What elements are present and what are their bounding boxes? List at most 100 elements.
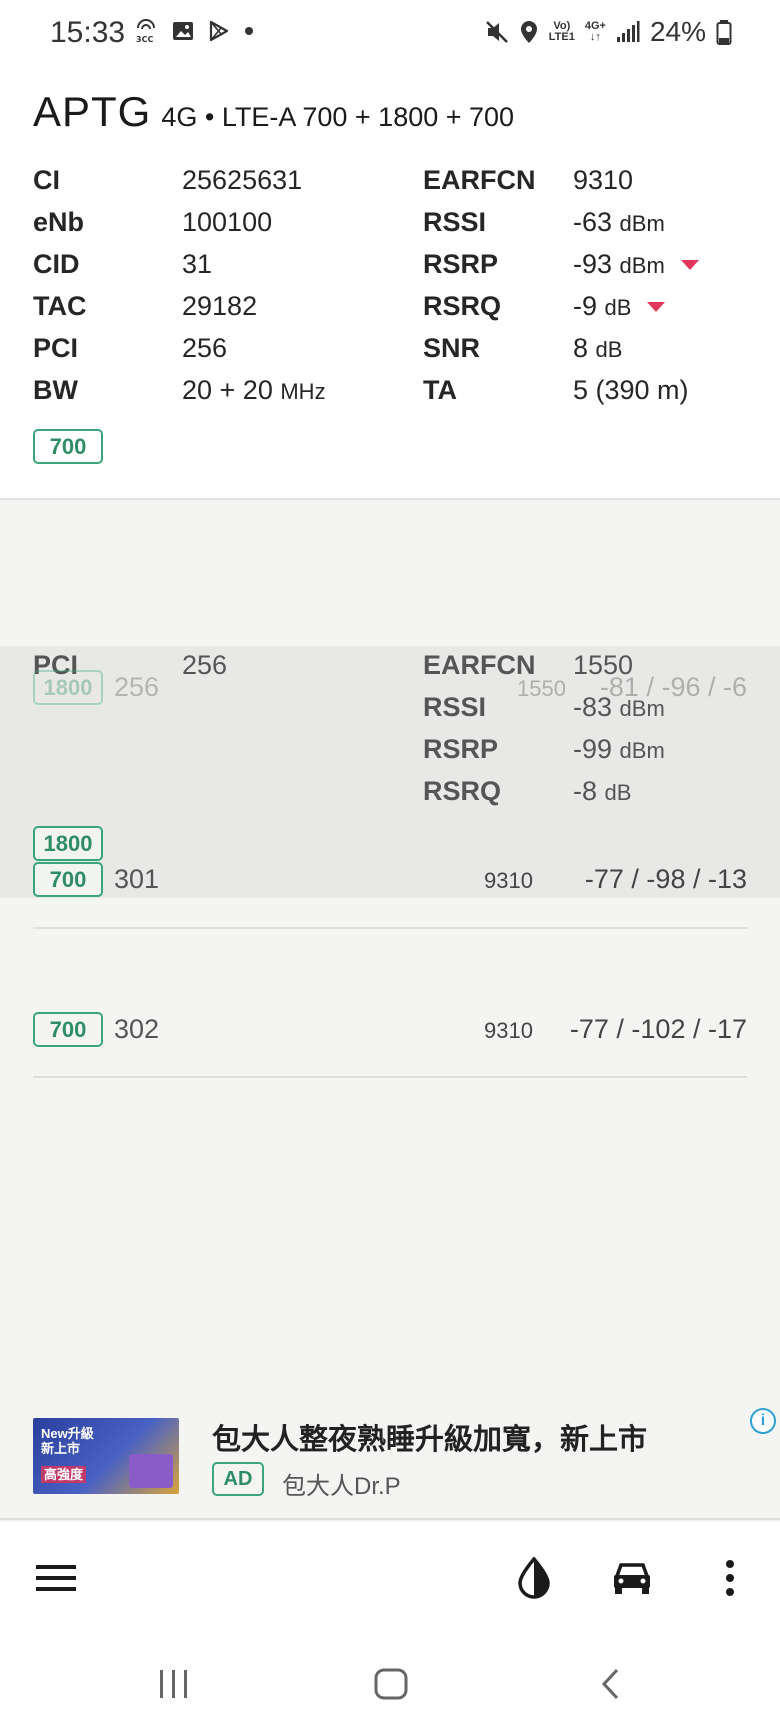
status-bar: 15:33 3CC Vo) LTE1 4G+ ↓↑ 24% <box>0 0 780 72</box>
bw-label: BW <box>33 374 78 405</box>
secondary-rsrp-unit: dBm <box>619 738 665 763</box>
neighbor-row[interactable]: 700 301 9310 -77 / -98 / -13 <box>33 862 747 904</box>
ad-title[interactable]: 包大人整夜熟睡升級加寬，新上市 <box>212 1416 647 1458</box>
status-system-icons: Vo) LTE1 4G+ ↓↑ 24% <box>485 16 732 48</box>
band-badge: 700 <box>33 429 103 464</box>
rsrq-unit: dB <box>604 294 632 320</box>
drive-mode-button[interactable] <box>606 1552 658 1604</box>
system-nav-bar <box>0 1634 780 1733</box>
back-button[interactable] <box>580 1664 640 1704</box>
trend-down-icon <box>680 260 699 271</box>
neighbor-signal: -77 / -102 / -17 <box>569 1014 747 1044</box>
ci-label: CI <box>33 164 60 195</box>
ad-image-line: 高強度 <box>41 1466 87 1483</box>
rssi-unit: dBm <box>619 210 665 236</box>
neighbor-signal: -77 / -98 / -13 <box>584 864 747 894</box>
theme-toggle-button[interactable] <box>508 1552 560 1604</box>
neighbor-band-badge: 1800 <box>33 670 103 705</box>
list-divider <box>33 927 747 929</box>
neighbor-pci: 302 <box>114 1014 160 1044</box>
mute-vibrate-icon <box>485 21 508 43</box>
menu-button[interactable] <box>30 1552 82 1604</box>
snr-value: 8 dB <box>573 333 622 364</box>
neighbor-pci: 301 <box>114 864 160 894</box>
gallery-icon <box>173 22 193 40</box>
list-divider <box>33 1076 747 1078</box>
secondary-rsrq-label: RSRQ <box>423 776 502 806</box>
rssi-label: RSSI <box>423 206 487 237</box>
snr-number: 8 <box>573 332 589 363</box>
cell-info-row: TAC 29182 RSRQ -9 dB <box>33 286 753 326</box>
snr-unit: dB <box>595 336 623 362</box>
cell-info-row: CI 25625631 EARFCN 9310 <box>33 160 753 200</box>
ta-label: TA <box>423 374 457 405</box>
home-button[interactable] <box>361 1664 421 1704</box>
signal-bars-icon <box>616 21 640 42</box>
recents-button[interactable] <box>144 1664 204 1704</box>
menu-icon <box>36 1565 76 1591</box>
operator-name: APTG <box>33 88 152 135</box>
cell-info-row: CID 31 RSRP -93 dBm <box>33 244 753 284</box>
back-chevron-icon <box>601 1668 619 1700</box>
ad-image-line: New升級 <box>41 1426 94 1441</box>
ad-banner[interactable]: New升級 新上市 高強度 包大人整夜熟睡升級加寬，新上市 AD 包大人Dr.P… <box>0 1408 780 1520</box>
bottom-toolbar <box>0 1522 780 1634</box>
earfcn-value: 9310 <box>573 164 634 195</box>
rsrq-number: -9 <box>573 290 598 321</box>
battery-percent: 24% <box>649 16 706 47</box>
ta-value: 5 (390 m) <box>573 374 689 405</box>
ci-value: 25625631 <box>182 164 303 195</box>
ad-image[interactable]: New升級 新上市 高強度 <box>33 1418 179 1494</box>
secondary-rsrp-label: RSRP <box>423 734 499 764</box>
enb-value: 100100 <box>182 206 273 237</box>
recents-icon <box>160 1670 187 1698</box>
tac-label: TAC <box>33 290 87 321</box>
snr-label: SNR <box>423 332 481 363</box>
more-options-button[interactable] <box>704 1552 756 1604</box>
more-vert-icon <box>726 1560 734 1596</box>
secondary-band-badge: 1800 <box>33 826 103 861</box>
secondary-rsrq-number: -8 <box>573 776 598 806</box>
volte-indicator: Vo) LTE1 <box>548 20 575 43</box>
cid-label: CID <box>33 248 80 279</box>
bw-value: 20 + 20 MHz <box>182 375 326 406</box>
pci-label: PCI <box>33 332 79 363</box>
neighbor-row[interactable]: 700 302 9310 -77 / -102 / -17 <box>33 1012 747 1054</box>
battery-icon <box>716 20 732 45</box>
bw-unit: MHz <box>280 378 326 404</box>
rsrp-unit: dBm <box>619 252 665 278</box>
network-type-indicator: 4G+ ↓↑ <box>584 20 606 43</box>
ad-sponsor: 包大人Dr.P <box>282 1473 401 1500</box>
ad-product-graphic <box>129 1454 173 1488</box>
cell-info-row: eNb 100100 RSSI -63 dBm <box>33 202 753 242</box>
ad-image-line: 新上市 <box>41 1441 81 1456</box>
contrast-icon <box>518 1557 550 1599</box>
operator-header: APTG 4G • LTE-A 700 + 1800 + 700 <box>33 88 514 136</box>
tac-value: 29182 <box>182 290 258 321</box>
secondary-rsrp-value: -99 dBm <box>573 734 665 765</box>
rsrp-number: -93 <box>573 248 613 279</box>
rssi-value: -63 dBm <box>573 207 665 238</box>
neighbor-earfcn: 9310 <box>484 868 533 893</box>
3cc-signal-icon: 3CC <box>136 19 155 44</box>
neighbor-earfcn: 9310 <box>484 1018 533 1043</box>
svg-text:3CC: 3CC <box>136 35 153 44</box>
rsrq-label: RSRQ <box>423 290 502 321</box>
neighbor-band-badge: 700 <box>33 1012 103 1047</box>
cid-value: 31 <box>182 248 213 279</box>
serving-cell-panel: APTG 4G • LTE-A 700 + 1800 + 700 CI 2562… <box>0 72 780 500</box>
status-notification-icons: 3CC <box>133 18 255 44</box>
secondary-rsrq-unit: dB <box>604 780 632 805</box>
neighbor-signal: -81 / -96 / -6 <box>599 672 747 702</box>
rsrp-value: -93 dBm <box>573 249 699 280</box>
notification-dot-icon <box>245 27 253 35</box>
earfcn-label: EARFCN <box>423 164 536 195</box>
operator-technology: 4G • LTE-A 700 + 1800 + 700 <box>161 102 515 132</box>
home-icon <box>374 1668 408 1700</box>
ad-image-caption: New升級 新上市 高強度 <box>41 1426 94 1483</box>
ad-info-icon[interactable]: i <box>750 1408 776 1434</box>
status-time: 15:33 <box>50 16 126 49</box>
neighbor-pci: 256 <box>114 672 160 702</box>
secondary-carrier-panel[interactable]: PCI 256 EARFCN 1550 RSSI -83 dBm RSRP -9… <box>0 646 780 898</box>
rsrq-value: -9 dB <box>573 290 666 322</box>
